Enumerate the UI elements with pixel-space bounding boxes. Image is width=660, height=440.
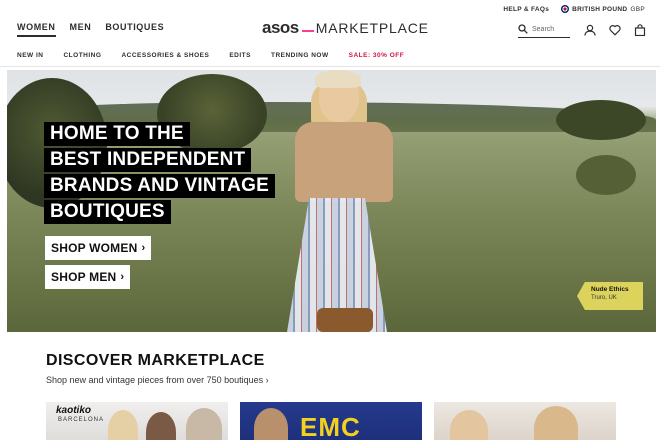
kaotiko-logo: kaotiko [56, 405, 92, 416]
shop-men-button[interactable]: SHOP MEN › [45, 265, 131, 289]
currency-selector[interactable]: BRITISH POUND GBP [561, 5, 645, 13]
bag-icon[interactable] [634, 24, 646, 36]
tab-women[interactable]: WOMEN [17, 22, 56, 37]
category-nav: NEW IN CLOTHING ACCESSORIES & SHOES EDIT… [17, 52, 404, 59]
help-link[interactable]: HELP & FAQs [503, 6, 549, 13]
search-icon [518, 24, 528, 34]
boutique-tile-emc[interactable]: EMC [240, 402, 422, 440]
search-input[interactable]: Search [518, 24, 570, 38]
chevron-right-icon: › [141, 242, 146, 254]
marketplace-logo[interactable]: asos MARKETPLACE [262, 18, 429, 38]
search-placeholder: Search [532, 25, 555, 33]
headline-line-4: BOUTIQUES [44, 200, 171, 224]
shop-women-button[interactable]: SHOP WOMEN › [45, 236, 152, 260]
boutique-tile-kaotiko[interactable]: kaotiko BARCELONA [46, 402, 228, 440]
boutique-tag-name: Nude Ethics [591, 286, 629, 293]
discover-subtitle-link[interactable]: Shop new and vintage pieces from over 75… [46, 375, 269, 385]
uk-flag-icon [561, 5, 570, 13]
logo-underscore [301, 30, 314, 32]
gender-nav: WOMEN MEN BOUTIQUES [17, 22, 164, 37]
headline-line-3: BRANDS AND VINTAGE [44, 174, 275, 198]
tab-boutiques[interactable]: BOUTIQUES [105, 22, 164, 37]
boutique-tag[interactable]: Nude Ethics Truro, UK [577, 282, 643, 310]
boutique-tile-third[interactable] [434, 402, 616, 440]
chevron-right-icon: › [120, 271, 125, 283]
account-icon[interactable] [584, 24, 596, 36]
nav-sale[interactable]: SALE: 30% OFF [349, 52, 405, 59]
logo-product: MARKETPLACE [315, 20, 429, 36]
tile-person [146, 412, 176, 440]
hero-tree-right [556, 100, 646, 140]
hero-headline: HOME TO THE BEST INDEPENDENT BRANDS AND … [44, 122, 275, 226]
country-label: BRITISH POUND [572, 5, 628, 13]
nav-clothing[interactable]: CLOTHING [63, 52, 101, 59]
headline-line-1: HOME TO THE [44, 122, 190, 146]
boutique-tag-location: Truro, UK [591, 295, 617, 301]
hero-model-image [277, 70, 407, 332]
nav-accessories-shoes[interactable]: ACCESSORIES & SHOES [121, 52, 209, 59]
hero-shrub [576, 155, 636, 195]
tile-person [450, 410, 488, 440]
tile-person [254, 408, 288, 440]
tile-person [534, 406, 578, 440]
hero-banner[interactable]: HOME TO THE BEST INDEPENDENT BRANDS AND … [7, 70, 656, 332]
headline-line-2: BEST INDEPENDENT [44, 148, 252, 172]
tab-men[interactable]: MEN [70, 22, 92, 37]
tile-person [108, 410, 138, 440]
nav-trending-now[interactable]: TRENDING NOW [271, 52, 329, 59]
nav-new-in[interactable]: NEW IN [17, 52, 43, 59]
account-icons [584, 24, 646, 36]
model-bag [317, 308, 373, 332]
header-divider [0, 66, 660, 67]
heart-icon[interactable] [609, 24, 621, 36]
shop-women-label: SHOP WOMEN [51, 241, 138, 255]
model-top [295, 122, 393, 202]
kaotiko-location: BARCELONA [58, 417, 105, 423]
nav-edits[interactable]: EDITS [229, 52, 251, 59]
logo-brand: asos [262, 18, 299, 37]
tile-person [186, 408, 222, 440]
discover-title: DISCOVER MARKETPLACE [46, 352, 265, 369]
emc-logo: EMC [300, 412, 361, 440]
utility-links: HELP & FAQs BRITISH POUND GBP [503, 5, 645, 13]
shop-men-label: SHOP MEN [51, 270, 117, 284]
model-hat [315, 70, 361, 88]
currency-label: GBP [630, 5, 645, 13]
